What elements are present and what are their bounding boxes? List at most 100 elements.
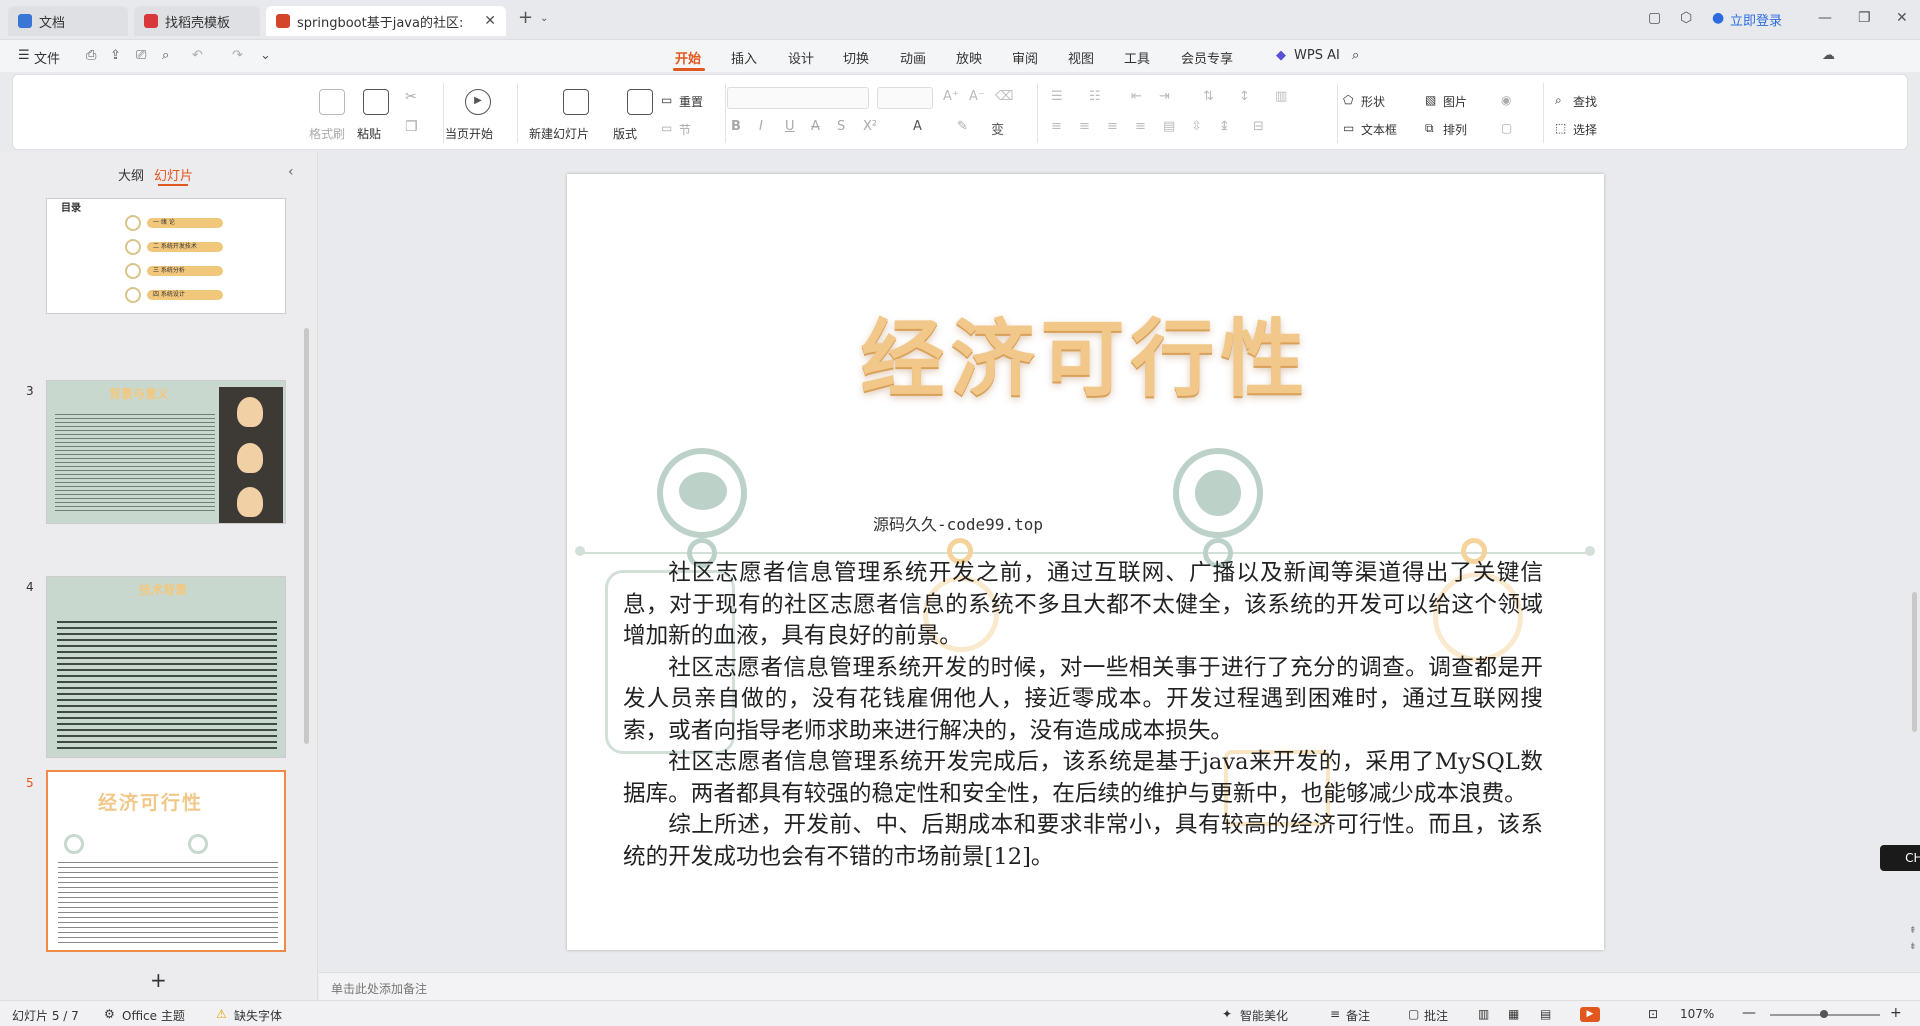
shadow-icon[interactable]: S: [837, 119, 845, 134]
menu-tab-insert[interactable]: 插入: [731, 48, 757, 67]
add-slide-button[interactable]: +: [150, 968, 167, 992]
minimize-icon[interactable]: —: [1818, 10, 1832, 26]
new-slide-button[interactable]: 新建幻灯片: [529, 125, 589, 142]
layout-icon[interactable]: [627, 89, 653, 115]
tab-presentation[interactable]: springboot基于java的社区: ✕: [266, 6, 506, 36]
bullet-list-icon[interactable]: ☰: [1051, 89, 1063, 104]
arrange-button[interactable]: 排列: [1443, 121, 1467, 138]
collapse-panel-icon[interactable]: ‹: [288, 164, 294, 180]
justify-icon[interactable]: ≡: [1135, 119, 1146, 134]
theme-label[interactable]: Office 主题: [122, 1007, 185, 1024]
font-family-dropdown[interactable]: [727, 87, 869, 109]
comment-button[interactable]: 批注: [1424, 1007, 1448, 1024]
decrease-font-icon[interactable]: A⁻: [969, 89, 985, 104]
save-icon[interactable]: ⎙: [86, 48, 96, 63]
menu-tab-slideshow[interactable]: 放映: [956, 48, 982, 67]
notes-pane[interactable]: 单击此处添加备注: [319, 972, 1920, 1000]
section-button[interactable]: 节: [679, 121, 691, 138]
character-spacing-icon[interactable]: 变: [991, 119, 1004, 138]
wps-ai-button[interactable]: WPS AI: [1294, 48, 1340, 63]
print-icon[interactable]: ⎚: [136, 48, 146, 63]
menu-tab-transition[interactable]: 切换: [843, 48, 869, 67]
columns-icon[interactable]: ▥: [1275, 89, 1287, 104]
line-spacing-icon[interactable]: ↨: [1219, 119, 1230, 134]
search-icon[interactable]: ⌕: [1352, 48, 1359, 63]
increase-font-icon[interactable]: A⁺: [943, 89, 959, 104]
zoom-in-icon[interactable]: +: [1890, 1005, 1902, 1021]
shape-button[interactable]: 形状: [1361, 93, 1385, 110]
prev-slide-icon[interactable]: ⇞: [1909, 926, 1917, 936]
zoom-out-icon[interactable]: —: [1742, 1005, 1756, 1021]
cloud-upload-icon[interactable]: ☁: [1822, 48, 1835, 63]
cube-icon[interactable]: ⬡: [1680, 10, 1692, 26]
bold-icon[interactable]: B: [731, 119, 741, 134]
layout-button[interactable]: 版式: [613, 125, 637, 142]
text-direction-icon[interactable]: ⇅: [1203, 89, 1214, 104]
format-painter-button[interactable]: 格式刷: [309, 125, 345, 142]
restore-icon[interactable]: ❐: [1858, 10, 1871, 26]
notes-toggle-button[interactable]: 备注: [1346, 1007, 1370, 1024]
fill-color-icon[interactable]: ◉: [1501, 93, 1511, 107]
new-tab-icon[interactable]: +: [518, 7, 533, 28]
menu-tab-review[interactable]: 审阅: [1012, 48, 1038, 67]
font-size-dropdown[interactable]: [877, 87, 933, 109]
slide-thumbnail-5[interactable]: 经济可行性: [46, 770, 286, 952]
user-icon[interactable]: ●: [1712, 10, 1724, 26]
reset-button[interactable]: 重置: [679, 93, 703, 110]
reading-view-icon[interactable]: ▤: [1540, 1007, 1551, 1021]
paste-icon[interactable]: [363, 89, 389, 115]
slide-thumbnail-4[interactable]: 技术背景: [46, 576, 286, 758]
play-from-current-button[interactable]: 当页开始: [445, 125, 493, 142]
tab-slides[interactable]: 幻灯片: [154, 165, 193, 184]
smart-beautify-button[interactable]: 智能美化: [1240, 1007, 1288, 1024]
window-icon[interactable]: ▢: [1648, 10, 1661, 26]
menu-tab-member[interactable]: 会员专享: [1181, 48, 1233, 67]
menu-tab-animation[interactable]: 动画: [900, 48, 926, 67]
superscript-icon[interactable]: X²: [863, 119, 877, 134]
clear-format-icon[interactable]: ⌫: [995, 89, 1013, 104]
format-painter-icon[interactable]: [319, 89, 345, 115]
hamburger-icon[interactable]: ☰: [18, 48, 30, 63]
vertical-align-icon[interactable]: ⇳: [1191, 119, 1202, 134]
slide-thumbnail-3[interactable]: 背景与意义: [46, 380, 286, 524]
slide-thumbnail-2[interactable]: 目录 一 绪 论 二 系统开发技术 三 系统分析 四 系统设计: [46, 198, 286, 314]
normal-view-icon[interactable]: ▥: [1478, 1007, 1489, 1021]
file-menu[interactable]: 文件: [34, 48, 60, 67]
increase-indent-icon[interactable]: ⇥: [1159, 89, 1170, 104]
export-icon[interactable]: ⇪: [110, 48, 121, 63]
font-color-icon[interactable]: A: [913, 119, 922, 134]
close-tab-icon[interactable]: ✕: [484, 13, 496, 29]
play-icon[interactable]: ▶: [465, 89, 491, 115]
close-window-icon[interactable]: ✕: [1896, 10, 1908, 26]
tab-list-chevron-icon[interactable]: ⌄: [540, 13, 548, 24]
strikethrough-icon[interactable]: A: [811, 119, 820, 134]
smart-art-icon[interactable]: ⊟: [1253, 119, 1264, 134]
find-button[interactable]: 查找: [1573, 93, 1597, 110]
menu-tab-tools[interactable]: 工具: [1124, 48, 1150, 67]
redo-icon[interactable]: ↷: [232, 48, 243, 63]
align-center-icon[interactable]: ≡: [1079, 119, 1090, 134]
align-right-icon[interactable]: ≡: [1107, 119, 1118, 134]
current-slide[interactable]: 经济可行性 源码久久-code99.top 社区志愿者信息管理系统开发之前，通过…: [567, 174, 1604, 950]
tab-templates[interactable]: 找稻壳模板: [134, 6, 260, 36]
next-slide-icon[interactable]: ⇟: [1909, 942, 1917, 952]
cut-icon[interactable]: ✂: [405, 89, 417, 105]
ime-indicator[interactable]: CH ♪ 简: [1880, 845, 1920, 871]
slide-title[interactable]: 经济可行性: [567, 292, 1604, 413]
outline-color-icon[interactable]: ▢: [1501, 121, 1512, 135]
quick-access-chevron-icon[interactable]: ⌄: [260, 48, 271, 63]
paste-button[interactable]: 粘贴: [357, 125, 381, 142]
underline-icon[interactable]: U: [785, 119, 795, 134]
numbered-list-icon[interactable]: ☷: [1089, 89, 1101, 104]
print-preview-icon[interactable]: ⌕: [162, 48, 169, 63]
menu-tab-home[interactable]: 开始: [675, 48, 701, 67]
tab-outline[interactable]: 大纲: [118, 165, 144, 184]
textbox-button[interactable]: 文本框: [1361, 121, 1397, 138]
zoom-level[interactable]: 107%: [1680, 1007, 1714, 1021]
select-button[interactable]: 选择: [1573, 121, 1597, 138]
zoom-slider-thumb[interactable]: [1820, 1010, 1828, 1018]
panel-scrollbar[interactable]: [304, 328, 309, 744]
tab-documents[interactable]: 文档: [8, 6, 128, 36]
slide-sorter-icon[interactable]: ▦: [1508, 1007, 1519, 1021]
undo-icon[interactable]: ↶: [192, 48, 203, 63]
